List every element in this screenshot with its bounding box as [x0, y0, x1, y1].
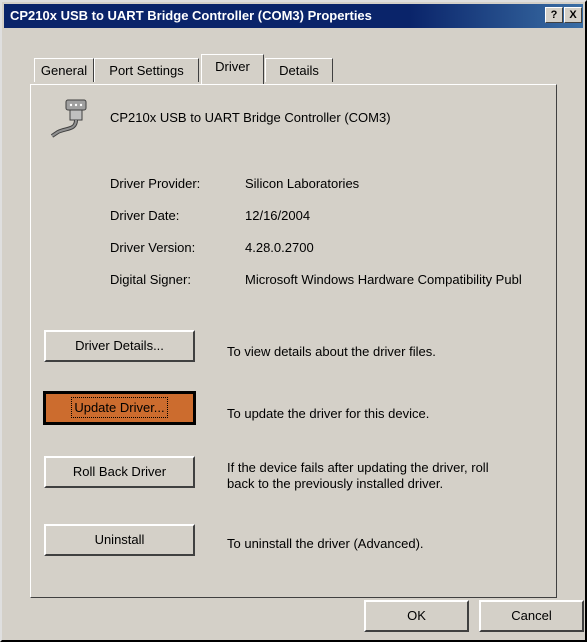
properties-dialog: CP210x USB to UART Bridge Controller (CO… — [0, 0, 587, 642]
uninstall-description: To uninstall the driver (Advanced). — [227, 536, 424, 551]
tab-driver[interactable]: Driver — [201, 54, 264, 84]
driver-details-label: Driver Details... — [75, 338, 164, 353]
driver-version-value: 4.28.0.2700 — [245, 240, 314, 255]
tab-general[interactable]: General — [34, 58, 94, 82]
help-button[interactable]: ? — [545, 7, 563, 23]
tab-port-settings[interactable]: Port Settings — [94, 58, 199, 82]
driver-details-description: To view details about the driver files. — [227, 344, 436, 359]
ok-button[interactable]: OK — [364, 600, 469, 632]
uninstall-label: Uninstall — [94, 532, 145, 547]
tab-details[interactable]: Details — [265, 58, 333, 82]
cancel-button[interactable]: Cancel — [479, 600, 584, 632]
roll-back-description-line2: back to the previously installed driver. — [227, 476, 444, 491]
driver-provider-label: Driver Provider: — [110, 176, 201, 191]
serial-port-icon — [50, 99, 87, 138]
device-name: CP210x USB to UART Bridge Controller (CO… — [110, 110, 391, 125]
digital-signer-value: Microsoft Windows Hardware Compatibility… — [245, 272, 522, 287]
driver-details-button[interactable]: Driver Details... — [44, 330, 195, 362]
title-bar[interactable]: CP210x USB to UART Bridge Controller (CO… — [4, 4, 583, 28]
window-title: CP210x USB to UART Bridge Controller (CO… — [10, 8, 372, 23]
uninstall-button[interactable]: Uninstall — [44, 524, 195, 556]
digital-signer-label: Digital Signer: — [110, 272, 191, 287]
update-driver-description: To update the driver for this device. — [227, 406, 430, 421]
driver-version-label: Driver Version: — [110, 240, 196, 255]
roll-back-description-line1: If the device fails after updating the d… — [227, 460, 489, 475]
driver-date-value: 12/16/2004 — [245, 208, 311, 223]
roll-back-driver-label: Roll Back Driver — [72, 464, 167, 479]
close-button[interactable]: X — [564, 7, 582, 23]
update-driver-label: Update Driver... — [71, 397, 168, 418]
driver-provider-value: Silicon Laboratories — [245, 176, 360, 191]
update-driver-button[interactable]: Update Driver... — [43, 391, 196, 425]
roll-back-driver-button[interactable]: Roll Back Driver — [44, 456, 195, 488]
driver-date-label: Driver Date: — [110, 208, 180, 223]
